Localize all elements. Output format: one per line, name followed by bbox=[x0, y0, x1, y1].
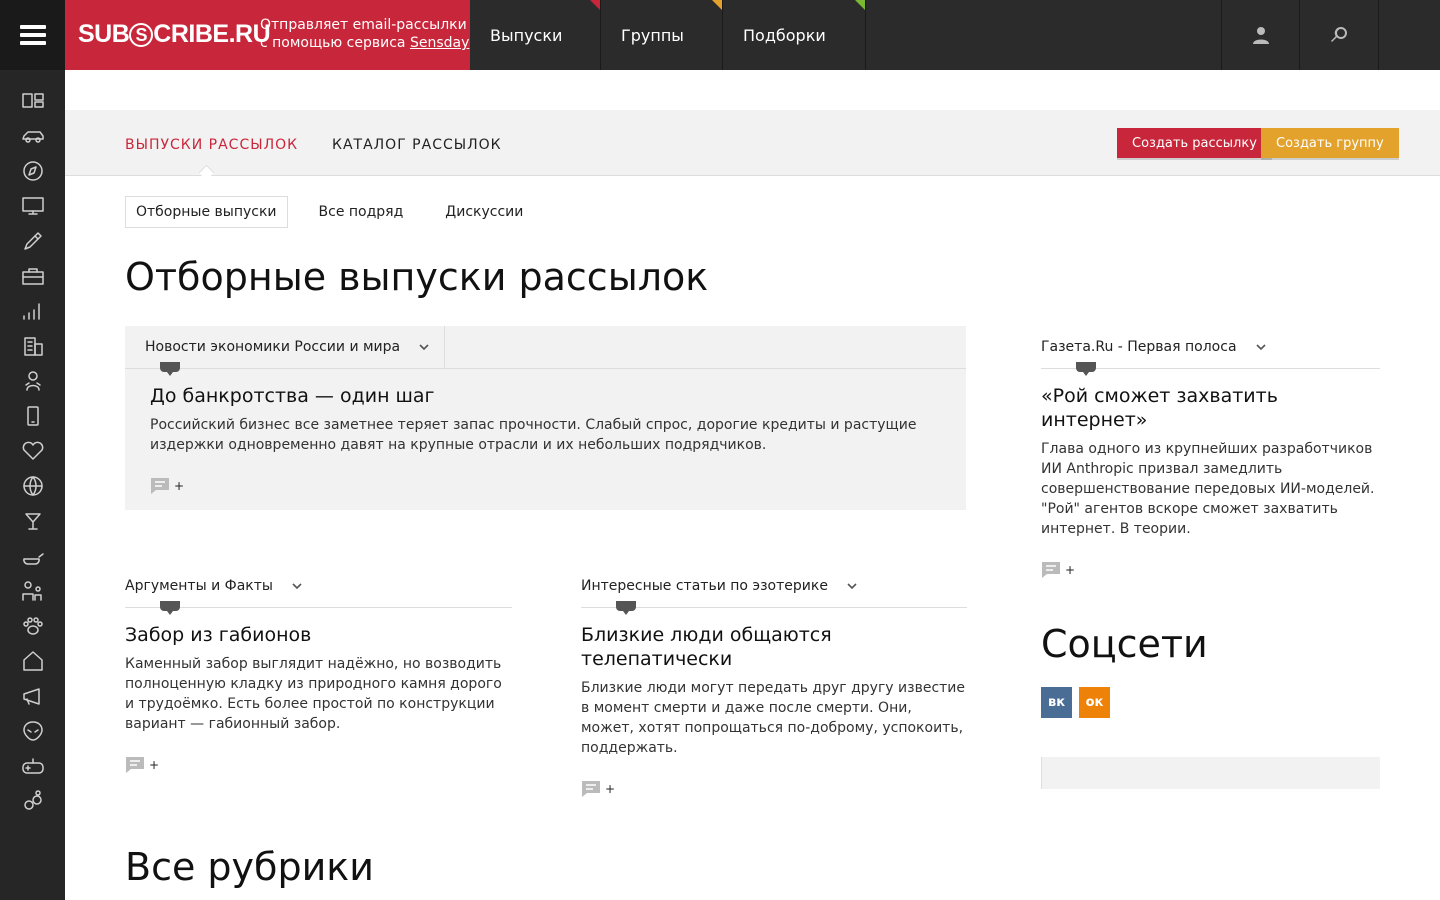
comments-button[interactable]: + bbox=[150, 477, 941, 495]
paw-icon[interactable] bbox=[0, 608, 65, 643]
comment-icon bbox=[582, 781, 600, 797]
user-icon[interactable] bbox=[1221, 0, 1300, 70]
building-icon[interactable] bbox=[0, 328, 65, 363]
top-bar-spacer bbox=[1378, 0, 1440, 70]
comments-button[interactable]: + bbox=[1041, 561, 1380, 579]
tab-catalog[interactable]: КАТАЛОГ РАССЫЛОК bbox=[332, 137, 502, 153]
left-sidebar bbox=[0, 0, 65, 900]
search-icon[interactable] bbox=[1299, 0, 1378, 70]
hexagons-icon[interactable] bbox=[0, 783, 65, 818]
featured-card-esoteric: Интересные статьи по эзотерике Близкие л… bbox=[581, 565, 967, 798]
comment-icon bbox=[126, 757, 144, 773]
source-dropdown[interactable]: Газета.Ru - Первая полоса bbox=[1041, 326, 1380, 376]
briefcase-icon[interactable] bbox=[0, 258, 65, 293]
home-icon[interactable] bbox=[0, 643, 65, 678]
nav-collections[interactable]: Подборки bbox=[723, 0, 866, 70]
card-source-select: Новости экономики России и мира bbox=[125, 325, 966, 376]
rubrics-title: Все рубрики bbox=[125, 845, 374, 889]
featured-card-aif: Аргументы и Факты Забор из габионов Каме… bbox=[125, 565, 512, 774]
pointer-icon bbox=[160, 362, 180, 376]
source-label: Аргументы и Факты bbox=[125, 578, 273, 594]
nav-issues[interactable]: Выпуски bbox=[470, 0, 601, 70]
pointer-icon bbox=[1076, 362, 1096, 376]
gamepad-icon[interactable] bbox=[0, 748, 65, 783]
alien-icon[interactable] bbox=[0, 713, 65, 748]
car-icon[interactable] bbox=[0, 118, 65, 153]
source-label: Новости экономики России и мира bbox=[145, 339, 401, 355]
card-title[interactable]: До банкротства — один шаг bbox=[150, 384, 941, 408]
compass-icon[interactable] bbox=[0, 153, 65, 188]
nav-groups[interactable]: Группы bbox=[601, 0, 723, 70]
comment-icon bbox=[1042, 562, 1060, 578]
brand-block: SUB S CRIBE.RU Отправляет email-рассылки с… bbox=[65, 0, 470, 70]
source-label: Газета.Ru - Первая полоса bbox=[1041, 339, 1237, 355]
chevron-down-icon bbox=[1255, 341, 1267, 353]
card-title[interactable]: Забор из габионов bbox=[125, 623, 512, 647]
comment-icon bbox=[151, 478, 169, 494]
family-icon[interactable] bbox=[0, 573, 65, 608]
pointer-icon bbox=[160, 601, 180, 615]
menu-icon[interactable] bbox=[0, 0, 65, 70]
baby-icon[interactable] bbox=[0, 363, 65, 398]
create-group-button[interactable]: Создать группу bbox=[1261, 128, 1399, 158]
card-text: Российский бизнес все заметнее теряет за… bbox=[150, 417, 917, 453]
logo[interactable]: SUB S CRIBE.RU bbox=[78, 20, 271, 49]
pill-featured[interactable]: Отборные выпуски bbox=[125, 196, 288, 228]
category-icons bbox=[0, 83, 65, 818]
phone-icon[interactable] bbox=[0, 398, 65, 433]
top-nav: Выпуски Группы Подборки bbox=[470, 0, 866, 70]
create-mailing-button[interactable]: Создать рассылку bbox=[1117, 128, 1272, 158]
grid-icon[interactable] bbox=[0, 83, 65, 118]
cooking-icon[interactable] bbox=[0, 538, 65, 573]
brand-tagline: Отправляет email-рассылки с помощью серв… bbox=[260, 17, 470, 51]
cocktail-icon[interactable] bbox=[0, 503, 65, 538]
pen-icon[interactable] bbox=[0, 223, 65, 258]
ball-icon[interactable] bbox=[0, 468, 65, 503]
megaphone-icon[interactable] bbox=[0, 678, 65, 713]
chevron-down-icon bbox=[291, 580, 303, 592]
ok-icon[interactable]: ок bbox=[1079, 687, 1110, 718]
featured-card-main: Новости экономики России и мира До банкр… bbox=[125, 325, 966, 510]
pill-all[interactable]: Все подряд bbox=[308, 196, 415, 228]
chevron-down-icon bbox=[846, 580, 858, 592]
card-title[interactable]: «Рой сможет захватить интернет» bbox=[1041, 384, 1380, 432]
page-title: Отборные выпуски рассылок bbox=[125, 255, 709, 299]
pointer-icon bbox=[616, 601, 636, 615]
filter-pills: Отборные выпуски Все подряд Дискуссии bbox=[125, 196, 554, 228]
sub-header: ВЫПУСКИ РАССЫЛОК КАТАЛОГ РАССЫЛОК Создат… bbox=[65, 110, 1440, 176]
social-title: Соцсети bbox=[1041, 622, 1208, 666]
vk-icon[interactable]: вк bbox=[1041, 687, 1072, 718]
source-dropdown[interactable]: Интересные статьи по эзотерике bbox=[581, 565, 967, 615]
featured-card-right: Газета.Ru - Первая полоса «Рой сможет за… bbox=[1041, 326, 1380, 579]
comments-button[interactable]: + bbox=[581, 780, 967, 798]
bar-chart-icon[interactable] bbox=[0, 293, 65, 328]
social-widget bbox=[1041, 757, 1380, 789]
comments-button[interactable]: + bbox=[125, 756, 512, 774]
top-bar: SUB S CRIBE.RU Отправляет email-рассылки с… bbox=[65, 0, 1440, 70]
card-text: Близкие люди могут передать друг другу и… bbox=[581, 680, 966, 756]
tab-issues[interactable]: ВЫПУСКИ РАССЫЛОК bbox=[125, 137, 298, 153]
pill-discussions[interactable]: Дискуссии bbox=[434, 196, 534, 228]
monitor-icon[interactable] bbox=[0, 188, 65, 223]
card-title[interactable]: Близкие люди общаются телепатически bbox=[581, 623, 967, 671]
chevron-down-icon bbox=[418, 341, 430, 353]
source-dropdown[interactable]: Новости экономики России и мира bbox=[145, 325, 445, 369]
sensday-link[interactable]: Sensday bbox=[410, 35, 469, 51]
source-dropdown[interactable]: Аргументы и Факты bbox=[125, 565, 512, 615]
card-text: Каменный забор выглядит надёжно, но возв… bbox=[125, 656, 502, 732]
source-label: Интересные статьи по эзотерике bbox=[581, 578, 828, 594]
heart-icon[interactable] bbox=[0, 433, 65, 468]
card-text: Глава одного из крупнейших разработчиков… bbox=[1041, 441, 1375, 537]
